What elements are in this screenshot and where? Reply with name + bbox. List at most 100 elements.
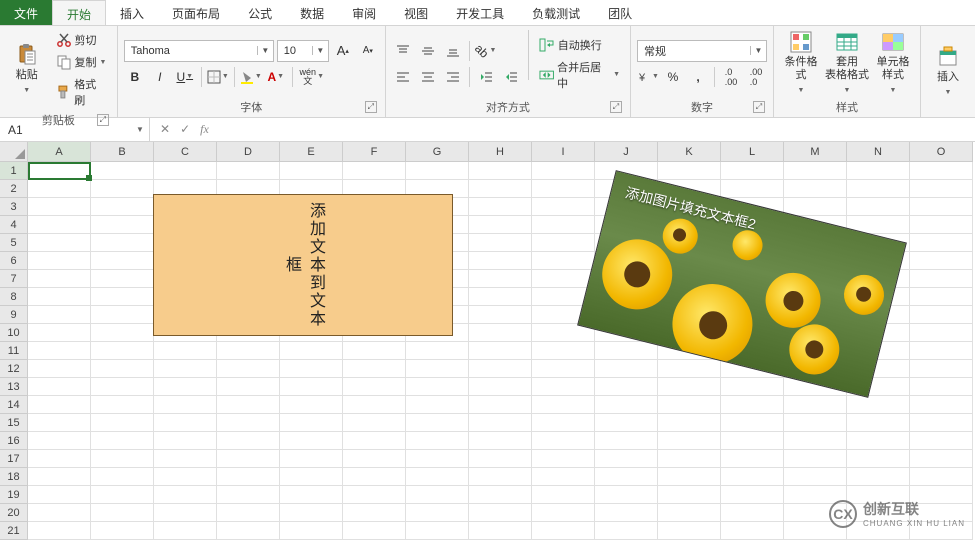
cell[interactable] [532,360,595,378]
cell[interactable] [910,288,973,306]
cell[interactable] [343,432,406,450]
cell[interactable] [28,270,91,288]
conditional-formatting-button[interactable]: 条件格式▼ [780,30,822,97]
column-header[interactable]: D [217,142,280,162]
row-header[interactable]: 4 [0,216,28,234]
cell[interactable] [910,324,973,342]
cell[interactable] [469,180,532,198]
cell[interactable] [28,378,91,396]
cell[interactable] [280,450,343,468]
column-header[interactable]: F [343,142,406,162]
cell[interactable] [532,270,595,288]
cell[interactable] [595,432,658,450]
cell[interactable] [847,432,910,450]
cell[interactable] [280,360,343,378]
cell[interactable] [910,432,973,450]
cell[interactable] [784,414,847,432]
cell[interactable] [595,414,658,432]
cell[interactable] [910,342,973,360]
cell[interactable] [469,342,532,360]
cell[interactable] [91,468,154,486]
tab-page-layout[interactable]: 页面布局 [158,0,234,25]
select-all-corner[interactable] [0,142,28,162]
cell[interactable] [469,378,532,396]
cell[interactable] [28,396,91,414]
cell[interactable] [28,486,91,504]
cell[interactable] [532,450,595,468]
cell[interactable] [343,522,406,540]
cell[interactable] [847,468,910,486]
cell[interactable] [658,432,721,450]
cell[interactable] [91,486,154,504]
tab-developer[interactable]: 开发工具 [442,0,518,25]
cell[interactable] [280,432,343,450]
wrap-text-button[interactable]: 自动换行 [535,35,624,55]
cell[interactable] [532,378,595,396]
cancel-formula-button[interactable]: ✕ [160,122,170,137]
cell[interactable] [532,180,595,198]
cell[interactable] [154,360,217,378]
cell[interactable] [910,162,973,180]
cell[interactable] [343,414,406,432]
cell[interactable] [658,378,721,396]
cell[interactable] [910,360,973,378]
cell[interactable] [406,522,469,540]
cell[interactable] [406,162,469,180]
row-header[interactable]: 21 [0,522,28,540]
cell[interactable] [91,198,154,216]
format-as-table-button[interactable]: 套用 表格格式▼ [826,30,868,97]
cell[interactable] [154,450,217,468]
cell[interactable] [406,342,469,360]
cell[interactable] [154,468,217,486]
cell[interactable] [280,378,343,396]
percent-button[interactable]: % [662,66,684,88]
italic-button[interactable]: I [149,66,171,88]
cell[interactable] [406,360,469,378]
tab-load-test[interactable]: 负载测试 [518,0,594,25]
cell[interactable] [217,468,280,486]
tab-home[interactable]: 开始 [52,0,106,25]
cell[interactable] [721,504,784,522]
row-header[interactable]: 8 [0,288,28,306]
underline-button[interactable]: U▼ [174,66,196,88]
cell[interactable] [658,468,721,486]
decrease-indent-button[interactable] [475,66,497,88]
insert-cells-button[interactable]: 插入▼ [927,30,969,113]
row-header[interactable]: 3 [0,198,28,216]
cell[interactable] [910,180,973,198]
cell[interactable] [532,486,595,504]
cell[interactable] [217,414,280,432]
cell[interactable] [154,486,217,504]
row-header[interactable]: 2 [0,180,28,198]
cell[interactable] [847,198,910,216]
cell[interactable] [532,504,595,522]
row-header[interactable]: 10 [0,324,28,342]
cell[interactable] [217,450,280,468]
alignment-launcher[interactable]: ⤢ [610,101,622,113]
cell[interactable] [154,162,217,180]
cell[interactable] [343,468,406,486]
cell[interactable] [406,432,469,450]
cell[interactable] [469,270,532,288]
row-header[interactable]: 6 [0,252,28,270]
cell[interactable] [532,252,595,270]
cell[interactable] [595,342,658,360]
cell[interactable] [217,396,280,414]
cell[interactable] [91,522,154,540]
cell[interactable] [154,342,217,360]
decrease-decimal-button[interactable]: .00.0 [745,66,767,88]
cell[interactable] [721,522,784,540]
cell[interactable] [91,306,154,324]
cell[interactable] [217,432,280,450]
cell[interactable] [406,378,469,396]
cell[interactable] [532,162,595,180]
cell[interactable] [784,180,847,198]
cell[interactable] [595,504,658,522]
spreadsheet-grid[interactable]: ABCDEFGHIJKLMNO 123456789101112131415161… [0,142,975,540]
cell[interactable] [847,162,910,180]
cell[interactable] [910,306,973,324]
row-header[interactable]: 7 [0,270,28,288]
cell[interactable] [532,216,595,234]
cell[interactable] [280,342,343,360]
clipboard-launcher[interactable]: ⤢ [97,114,109,126]
